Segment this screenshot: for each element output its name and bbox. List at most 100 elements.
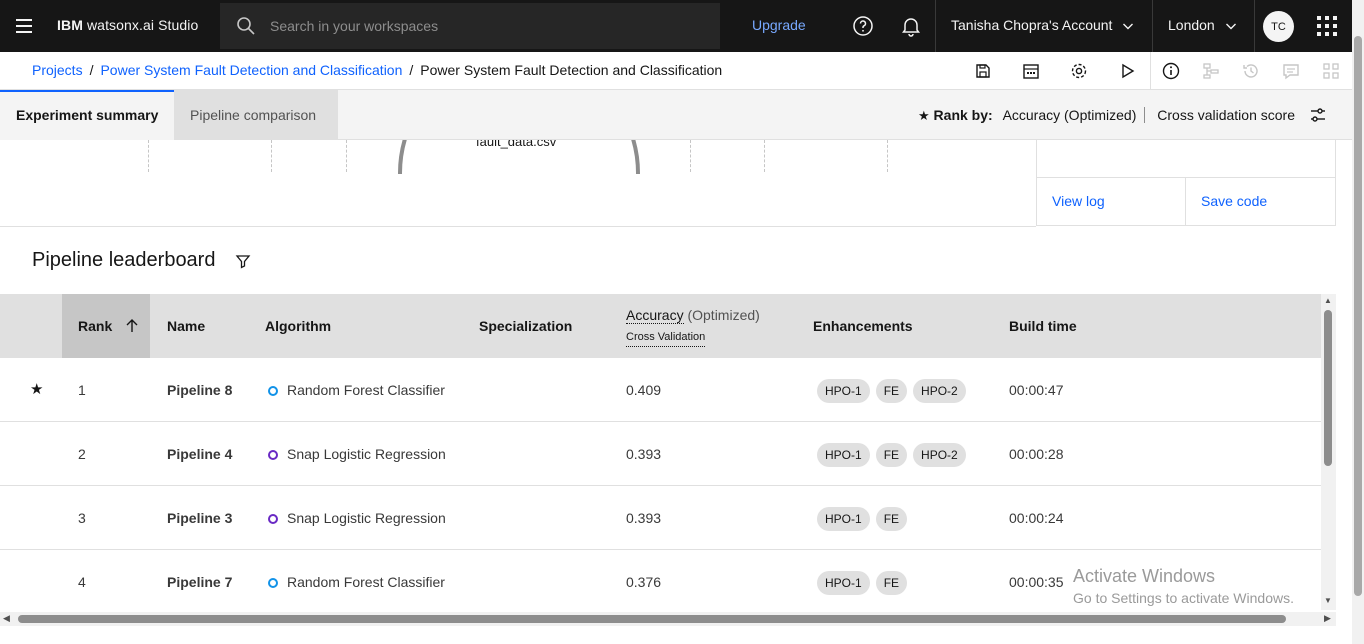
top-navigation-bar: IBM watsonx.ai Studio Upgrade Tanisha Ch… — [0, 0, 1364, 52]
experiment-tabs: Experiment summary Pipeline comparison ★… — [0, 90, 1352, 140]
sort-arrow-up-icon[interactable] — [124, 318, 140, 334]
table-row[interactable]: 3 Pipeline 3 Snap Logistic Regression 0.… — [0, 486, 1321, 550]
enhancements-cell: HPO-1 FE — [817, 550, 913, 614]
brand-bold: IBM — [57, 17, 83, 33]
scroll-up-arrow-icon[interactable]: ▲ — [1324, 296, 1332, 305]
table-vertical-scrollbar[interactable]: ▲ ▼ — [1321, 294, 1336, 610]
enhancement-tag: HPO-1 — [817, 507, 870, 532]
calendar-icon[interactable] — [1021, 61, 1041, 81]
account-switcher[interactable]: Tanisha Chopra's Account — [951, 17, 1112, 33]
region-switcher[interactable]: London — [1168, 17, 1215, 33]
chevron-down-icon[interactable] — [1121, 19, 1135, 33]
pipeline-name[interactable]: Pipeline 3 — [167, 486, 232, 550]
column-header-specialization[interactable]: Specialization — [479, 294, 572, 358]
separator — [1152, 0, 1153, 52]
algorithm-label: Snap Logistic Regression — [287, 510, 446, 526]
tab-pipeline-comparison[interactable]: Pipeline comparison — [174, 90, 338, 140]
breadcrumb-project[interactable]: Power System Fault Detection and Classif… — [100, 62, 402, 78]
settings-gear-icon[interactable] — [1069, 61, 1089, 81]
settings-adjust-icon[interactable] — [1309, 106, 1327, 124]
leaderboard-title: Pipeline leaderboard — [32, 249, 216, 271]
notification-bell-icon[interactable] — [899, 14, 923, 38]
breadcrumb-separator: / — [89, 62, 94, 78]
scroll-down-arrow-icon[interactable]: ▼ — [1324, 596, 1332, 605]
build-time-cell: 00:00:24 — [1009, 510, 1064, 526]
history-icon[interactable] — [1241, 61, 1261, 81]
brand-rest: watsonx.ai Studio — [86, 17, 199, 33]
tab-experiment-summary[interactable]: Experiment summary — [0, 90, 174, 140]
windows-activation-watermark: Activate Windows Go to Settings to activ… — [1073, 566, 1294, 606]
divider — [1037, 177, 1336, 178]
rank-by-control: ★ Rank by: Accuracy (Optimized) Cross va… — [918, 107, 1295, 124]
build-time-cell: 00:00:35 — [1009, 574, 1064, 590]
connector-line — [346, 140, 347, 172]
connector-line — [764, 140, 765, 172]
rank-by-metric[interactable]: Cross validation score — [1157, 107, 1295, 123]
chevron-down-icon[interactable] — [1224, 19, 1238, 33]
table-row[interactable]: 2 Pipeline 4 Snap Logistic Regression 0.… — [0, 422, 1321, 486]
column-header-algorithm[interactable]: Algorithm — [265, 294, 331, 358]
enhancements-cell: HPO-1 FE — [817, 486, 913, 550]
breadcrumb-current: Power System Fault Detection and Classif… — [420, 62, 723, 78]
scroll-right-arrow-icon[interactable]: ▶ — [1324, 613, 1331, 624]
scrollbar-thumb[interactable] — [1324, 310, 1332, 466]
breadcrumb-separator: / — [409, 62, 414, 78]
column-header-name[interactable]: Name — [167, 294, 205, 358]
experiment-side-panel: View log Save code — [1036, 140, 1336, 226]
scrollbar-thumb[interactable] — [18, 615, 1286, 623]
algorithm-dot-icon — [268, 578, 278, 588]
upgrade-link[interactable]: Upgrade — [752, 17, 806, 33]
algorithm-label: Snap Logistic Regression — [287, 446, 446, 462]
bottom-strip — [0, 626, 1352, 644]
enhancement-tag: HPO-1 — [817, 379, 870, 404]
breadcrumb-bar: Projects / Power System Fault Detection an… — [0, 52, 1352, 90]
enhancements-cell: HPO-1 FE HPO-2 — [817, 422, 972, 486]
comment-icon[interactable] — [1281, 61, 1301, 81]
help-icon[interactable] — [851, 14, 875, 38]
column-header-rank[interactable]: Rank — [62, 294, 150, 358]
pipeline-name[interactable]: Pipeline 8 — [167, 358, 232, 422]
enhancement-tag: HPO-2 — [913, 443, 966, 468]
filter-icon[interactable] — [235, 253, 251, 269]
column-header-enhancements[interactable]: Enhancements — [813, 294, 913, 358]
star-icon: ★ — [918, 108, 930, 123]
enhancement-tag: FE — [875, 379, 908, 404]
table-row[interactable]: ★ 1 Pipeline 8 Random Forest Classifier … — [0, 358, 1321, 422]
accuracy-header-subtitle: Cross Validation — [626, 328, 706, 347]
watermark-title: Activate Windows — [1073, 566, 1216, 586]
rank-cell: 4 — [78, 574, 86, 590]
rank-header-label: Rank — [78, 318, 113, 334]
horizontal-scrollbar[interactable]: ◀ ▶ — [0, 612, 1336, 626]
app-switcher-icon[interactable] — [1317, 16, 1337, 36]
product-name[interactable]: IBM watsonx.ai Studio — [57, 17, 198, 33]
pipeline-name[interactable]: Pipeline 4 — [167, 422, 232, 486]
accuracy-cell: 0.393 — [626, 446, 662, 462]
rank-cell: 3 — [78, 510, 86, 526]
view-log-link[interactable]: View log — [1052, 193, 1105, 209]
breadcrumb-projects[interactable]: Projects — [32, 62, 83, 78]
connector-line — [148, 140, 149, 172]
table-header: Rank Name Algorithm Specialization Accur… — [0, 294, 1321, 358]
menu-icon[interactable] — [10, 12, 38, 40]
enhancement-tag: FE — [875, 571, 908, 596]
assets-icon[interactable] — [1321, 61, 1341, 81]
pipeline-tree-icon[interactable] — [1201, 61, 1221, 81]
save-icon[interactable] — [973, 61, 993, 81]
watermark-subtitle: Go to Settings to activate Windows. — [1073, 590, 1294, 606]
save-code-link[interactable]: Save code — [1201, 193, 1267, 209]
algorithm-dot-icon — [268, 386, 278, 396]
rank-by-selected[interactable]: Accuracy (Optimized) — [1002, 107, 1146, 123]
search-input[interactable] — [270, 13, 700, 39]
divider — [0, 226, 1036, 227]
scrollbar-thumb[interactable] — [1354, 36, 1362, 596]
page-vertical-scrollbar[interactable] — [1352, 0, 1364, 644]
pipeline-name[interactable]: Pipeline 7 — [167, 550, 232, 614]
enhancement-tag: HPO-1 — [817, 571, 870, 596]
algorithm-cell: Snap Logistic Regression — [268, 486, 446, 550]
rank-by-label: Rank by: — [933, 107, 993, 123]
avatar[interactable]: TC — [1263, 11, 1294, 42]
run-icon[interactable] — [1117, 61, 1137, 81]
column-header-build-time[interactable]: Build time — [1009, 294, 1077, 358]
scroll-left-arrow-icon[interactable]: ◀ — [3, 613, 10, 624]
information-icon[interactable] — [1161, 61, 1181, 81]
